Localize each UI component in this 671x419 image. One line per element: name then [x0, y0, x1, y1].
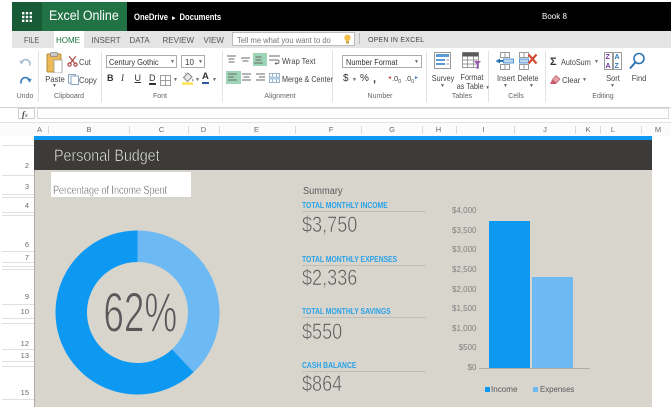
- svg-text:A: A: [615, 54, 620, 61]
- svg-text:Z: Z: [606, 54, 611, 61]
- svg-text:A: A: [606, 63, 611, 70]
- svg-text:Z: Z: [615, 63, 620, 70]
- svg-text:62%: 62%: [103, 282, 177, 345]
